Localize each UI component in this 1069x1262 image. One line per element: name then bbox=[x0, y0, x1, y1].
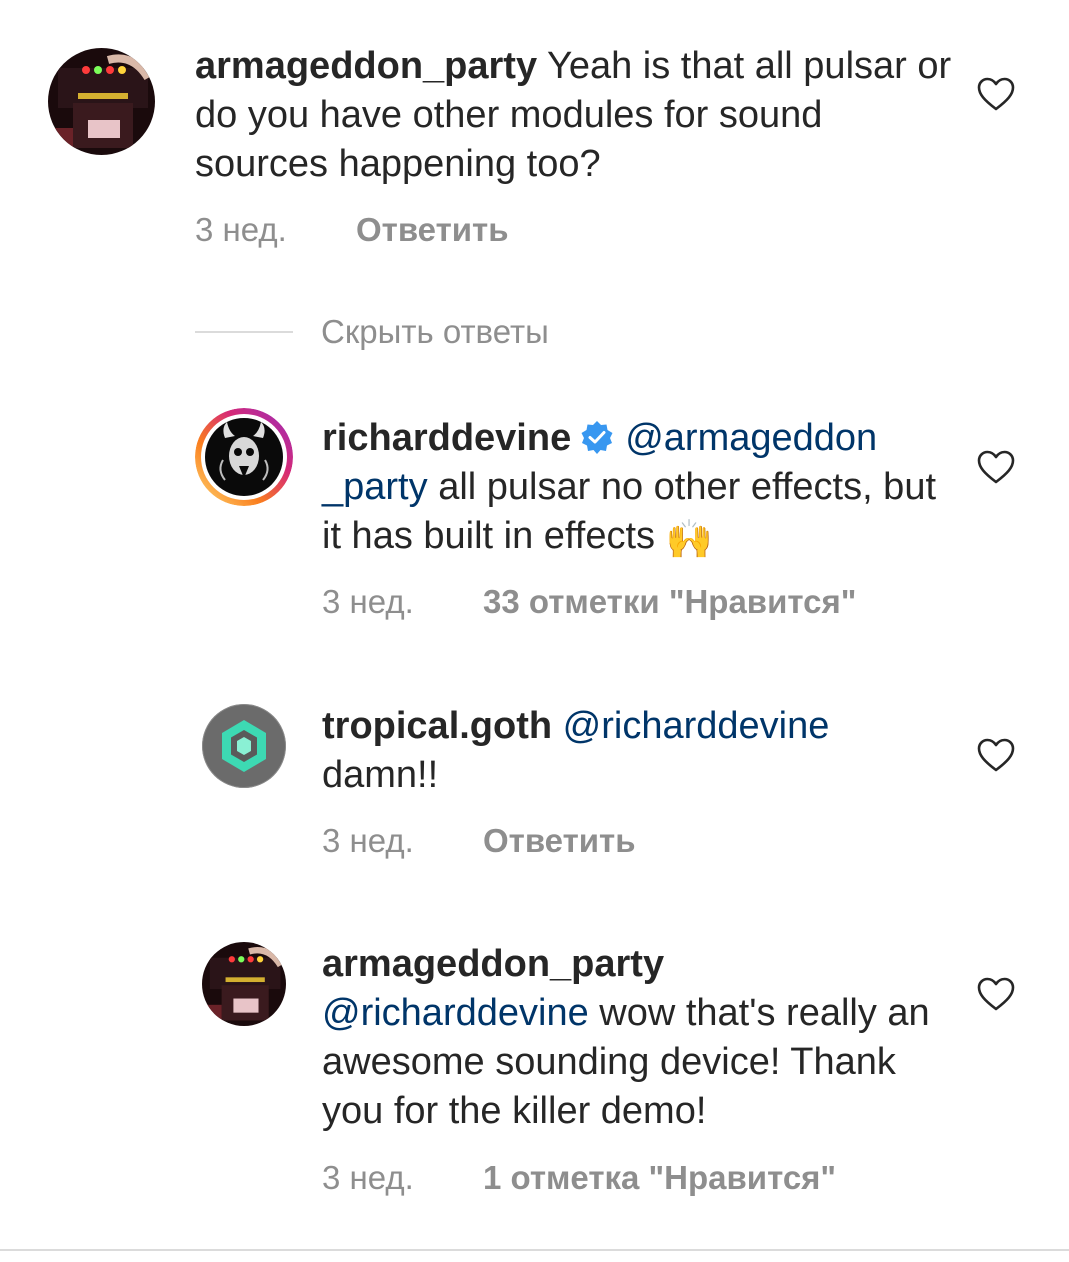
avatar[interactable] bbox=[202, 704, 286, 788]
heart-outline-icon bbox=[977, 77, 1015, 111]
avatar-image bbox=[202, 942, 286, 1026]
avatar-image bbox=[202, 704, 286, 788]
comment-meta: 3 нед. Ответить bbox=[322, 821, 635, 861]
likes-count[interactable]: 33 отметки "Нравится" bbox=[483, 582, 856, 622]
comment-meta: 3 нед. Ответить bbox=[195, 210, 508, 250]
comment-mention[interactable]: @richarddevine bbox=[322, 992, 589, 1034]
comment-meta: 3 нед. 1 отметка "Нравится" bbox=[322, 1158, 836, 1198]
comment-mention[interactable]: @richarddevine bbox=[563, 705, 830, 747]
comment-text: armageddon_party Yeah is that all pulsar… bbox=[195, 42, 955, 189]
like-button[interactable] bbox=[976, 448, 1016, 488]
avatar[interactable] bbox=[202, 942, 286, 1026]
comment-time: 3 нед. bbox=[322, 822, 414, 859]
comment-time: 3 нед. bbox=[322, 1159, 414, 1196]
raising-hands-emoji: 🙌 bbox=[665, 517, 713, 561]
hide-replies-label: Скрыть ответы bbox=[321, 313, 549, 350]
likes-count[interactable]: 1 отметка "Нравится" bbox=[483, 1158, 836, 1198]
reply-button[interactable]: Ответить bbox=[483, 821, 636, 861]
like-button[interactable] bbox=[976, 75, 1016, 115]
verified-badge-icon bbox=[579, 419, 615, 455]
like-button[interactable] bbox=[976, 736, 1016, 776]
comment-text: richarddevine @armageddon _party all puls… bbox=[322, 414, 942, 561]
avatar-image bbox=[195, 408, 293, 506]
heart-outline-icon bbox=[977, 977, 1015, 1011]
comment-body: damn!! bbox=[322, 754, 439, 796]
divider-line bbox=[195, 331, 293, 333]
comment-text: tropical.goth @richarddevine damn!! bbox=[322, 702, 942, 800]
avatar[interactable] bbox=[48, 48, 155, 155]
heart-outline-icon bbox=[977, 450, 1015, 484]
comment-time: 3 нед. bbox=[195, 211, 287, 248]
avatar[interactable] bbox=[195, 408, 293, 506]
bottom-divider bbox=[0, 1249, 1069, 1251]
avatar-image bbox=[48, 48, 155, 155]
like-button[interactable] bbox=[976, 975, 1016, 1015]
comment-username[interactable]: tropical.goth bbox=[322, 705, 552, 747]
comment-time: 3 нед. bbox=[322, 583, 414, 620]
heart-outline-icon bbox=[977, 738, 1015, 772]
hide-replies-button[interactable]: Скрыть ответы bbox=[195, 310, 549, 354]
comment-meta: 3 нед. 33 отметки "Нравится" bbox=[322, 582, 856, 622]
comment-text: armageddon_party @richarddevine wow that… bbox=[322, 940, 942, 1136]
reply-button[interactable]: Ответить bbox=[356, 210, 509, 250]
comment-username[interactable]: armageddon_party bbox=[195, 45, 537, 87]
comment-username[interactable]: armageddon_party bbox=[322, 940, 942, 989]
comment-username[interactable]: richarddevine bbox=[322, 417, 571, 459]
